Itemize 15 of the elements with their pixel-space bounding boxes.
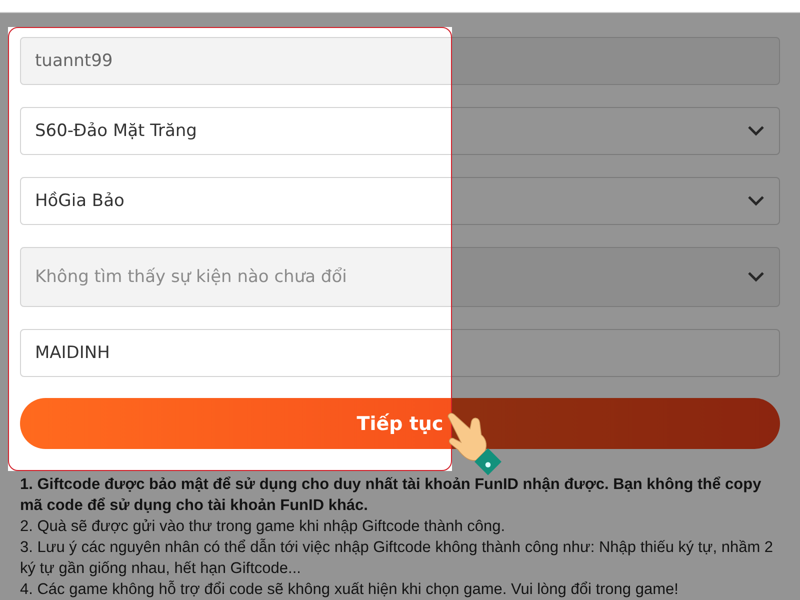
input-field[interactable]: MAIDINH: [20, 329, 780, 377]
chevron-down-icon: [747, 271, 765, 283]
field-value: S60-Đảo Mặt Trăng: [35, 121, 197, 141]
note-text: 3. Lưu ý các nguyên nhân có thể dẫn tới việc nhập Giftcode không thành công như: Nhập thiếu ký tự, nhầm 2 ký tự gần giống nhau, hết hạn Giftcode...: [20, 538, 774, 579]
chevron-down-icon: [747, 195, 765, 207]
chevron-down-icon: [747, 125, 765, 137]
note-text: 4. Các game không hỗ trợ đổi code sẽ không xuất hiện khi chọn game. Vui lòng đổi trong game!: [20, 580, 680, 600]
field-value: HồGia Bảo: [35, 191, 124, 211]
dropdown-field[interactable]: HồGia Bảo: [20, 177, 780, 225]
field-value: tuannt99: [35, 51, 113, 71]
field-value: MAIDINH: [35, 343, 110, 363]
field-placeholder: Không tìm thấy sự kiện nào chưa đổi: [35, 267, 347, 287]
note-text: 2. Quà sẽ được gửi vào thư trong game khi nhập Giftcode thành công.: [20, 517, 506, 537]
dropdown-field[interactable]: S60-Đảo Mặt Trăng: [20, 107, 780, 155]
note-text: 1. Giftcode được bảo mật để sử dụng cho duy nhất tài khoản FunID nhận được. Bạn không thể copy mã code để sử dụng cho tài khoản FunID khác.: [20, 475, 762, 516]
